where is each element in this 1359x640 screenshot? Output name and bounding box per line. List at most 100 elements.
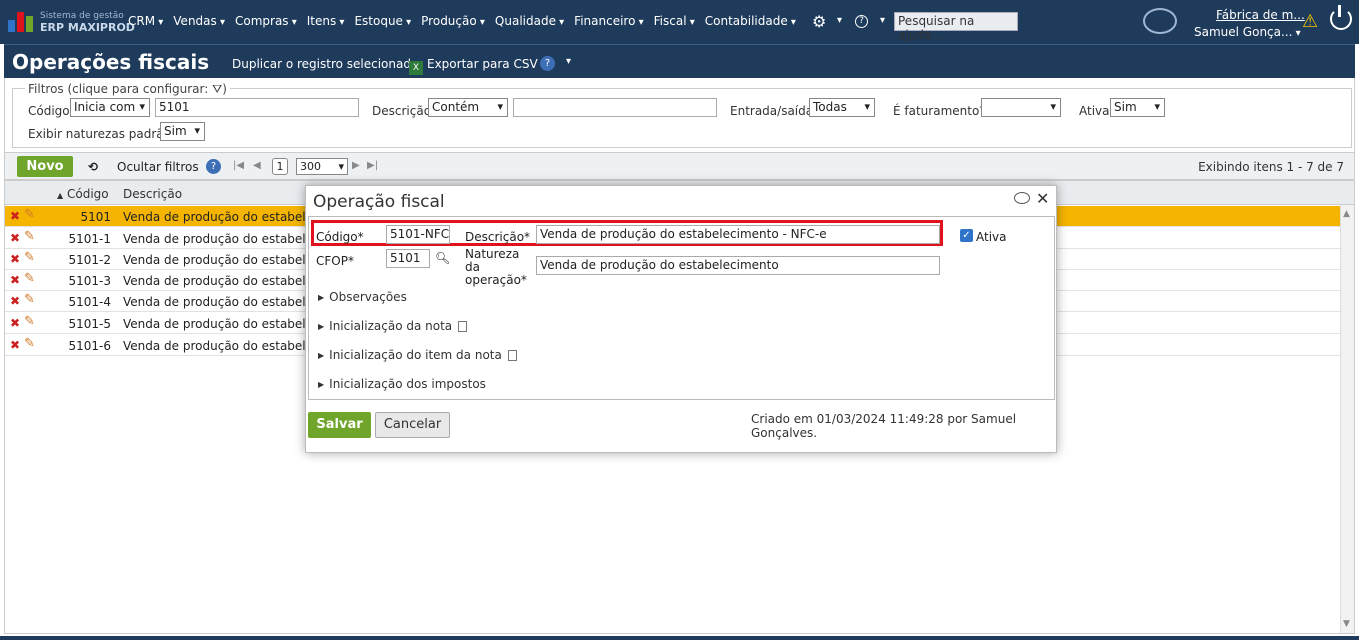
filter-codigo-operator-select[interactable]: Inicia com [70,98,150,117]
save-button[interactable]: Salvar [308,412,371,438]
delete-icon[interactable]: ✖ [10,338,20,352]
filter-icon[interactable]: ⛛ [212,82,222,96]
edit-icon[interactable]: ✎ [24,314,35,329]
chevron-down-icon[interactable]: ▾ [566,56,571,67]
menu-compras[interactable]: Compras [235,14,297,28]
natureza-input[interactable]: Venda de produção do estabelecimento [536,256,940,275]
grid-toolbar: Novo ⟲ Ocultar filtros ? |◀ ◀ 1 300 ▶ ▶|… [4,152,1355,180]
close-icon[interactable]: ✕ [1036,189,1049,208]
help-icon[interactable]: ? [540,56,555,71]
filter-descricao-input[interactable] [513,98,717,117]
menu-estoque[interactable]: Estoque [354,14,411,28]
filter-ativa-select[interactable]: Sim [1110,98,1165,117]
descricao-input[interactable]: Venda de produção do estabelecimento - N… [536,225,940,244]
last-page-icon[interactable]: ▶| [367,160,378,171]
top-navigation-bar: Sistema de gestão ERP MAXIPROD CRM Venda… [0,0,1359,44]
chat-icon[interactable] [1143,8,1177,34]
new-button[interactable]: Novo [17,156,73,177]
edit-icon[interactable]: ✎ [24,271,35,286]
menu-itens[interactable]: Itens [307,14,345,28]
section-inicializacao-nota[interactable]: Inicialização da nota [318,319,468,333]
filter-entrada-saida-label: Entrada/saída [730,104,814,118]
delete-icon[interactable]: ✖ [10,231,20,245]
chevron-down-icon[interactable]: ▾ [880,15,885,26]
brand: Sistema de gestão ERP MAXIPROD [40,10,135,34]
cfop-input[interactable]: 5101 [386,249,430,268]
delete-icon[interactable]: ✖ [10,209,20,223]
filter-faturamento-select[interactable] [981,98,1061,117]
first-page-icon[interactable]: |◀ [233,160,244,171]
filter-ativa-label: Ativa [1079,104,1110,118]
next-page-icon[interactable]: ▶ [352,160,360,171]
hide-filters-button[interactable]: Ocultar filtros [117,160,199,174]
edit-icon[interactable]: ✎ [24,207,35,222]
warning-icon[interactable]: ⚠ [1302,11,1318,32]
edit-icon[interactable]: ✎ [24,229,35,244]
page-header: Operações fiscais Duplicar o registro se… [4,44,1355,78]
search-icon[interactable]: 🔍︎ [435,251,450,265]
filters-fieldset [12,88,1352,148]
comment-icon[interactable] [1014,192,1030,204]
delete-icon[interactable]: ✖ [10,252,20,266]
menu-qualidade[interactable]: Qualidade [495,14,564,28]
prev-page-icon[interactable]: ◀ [253,160,261,171]
filter-entrada-saida-select[interactable]: Todas [809,98,875,117]
chevron-down-icon[interactable]: ▾ [837,15,842,26]
row-descricao: Venda de produção do estabelecimento [123,253,305,267]
delete-icon[interactable]: ✖ [10,294,20,308]
row-descricao: Venda de produção do estabelecimento [123,295,305,309]
cancel-button[interactable]: Cancelar [375,412,450,438]
menu-contabilidade[interactable]: Contabilidade [705,14,796,28]
brand-name: ERP MAXIPROD [40,21,135,34]
page-number-input[interactable]: 1 [272,158,288,175]
delete-icon[interactable]: ✖ [10,273,20,287]
row-codigo: 5101-2 [68,253,111,267]
cfop-label: CFOP* [316,254,354,268]
column-header-codigo[interactable]: ▲ Código [57,187,109,201]
vertical-scrollbar[interactable]: ▲ ▼ [1340,205,1354,633]
menu-producao[interactable]: Produção [421,14,485,28]
export-csv-link[interactable]: X Exportar para CSV [409,57,538,75]
edit-icon[interactable]: ✎ [24,292,35,307]
help-icon[interactable]: ? [855,15,868,28]
row-codigo: 5101-5 [68,317,111,331]
menu-crm[interactable]: CRM [128,14,163,28]
delete-icon[interactable]: ✖ [10,316,20,330]
gear-icon[interactable]: ⚙ [812,12,826,31]
refresh-icon[interactable]: ⟲ [88,160,98,174]
menu-vendas[interactable]: Vendas [173,14,225,28]
page-size-select[interactable]: 300 [296,158,348,175]
scroll-down-icon[interactable]: ▼ [1343,619,1350,629]
help-search-input[interactable]: Pesquisar na ajuda... [894,12,1018,42]
erp-logo-icon [8,12,34,32]
column-header-descricao[interactable]: Descrição [123,187,182,201]
filters-legend[interactable]: Filtros (clique para configurar: ⛛) [25,82,230,97]
filter-naturezas-select[interactable]: Sim [160,122,205,141]
help-icon[interactable]: ? [206,159,221,174]
codigo-input[interactable]: 5101-NFC [386,225,450,244]
dialog-title: Operação fiscal [313,192,445,212]
section-inicializacao-item[interactable]: Inicialização do item da nota [318,348,517,362]
row-codigo: 5101-3 [68,274,111,288]
section-inicializacao-impostos[interactable]: Inicialização dos impostos [318,377,486,391]
dialog-body: Código* 5101-NFC Descrição* Venda de pro… [308,216,1055,400]
filters-legend-end: ) [222,82,227,96]
page-title: Operações fiscais [12,50,210,74]
user-menu[interactable]: Samuel Gonça... [1194,25,1301,39]
section-observacoes[interactable]: Observações [318,290,407,304]
ativa-checkbox[interactable]: ✓ [960,229,973,242]
filters-legend-label: Filtros (clique para configurar: [28,82,209,96]
edit-icon[interactable]: ✎ [24,336,35,351]
menu-financeiro[interactable]: Financeiro [574,14,643,28]
scroll-up-icon[interactable]: ▲ [1343,209,1350,219]
duplicate-record-link[interactable]: Duplicar o registro selecionado [232,57,418,71]
main-menu: CRM Vendas Compras Itens Estoque Produçã… [128,14,796,28]
filter-descricao-operator-select[interactable]: Contém [428,98,508,117]
natureza-label-line-1: Natureza [465,247,520,261]
company-link[interactable]: Fábrica de m... [1216,8,1305,22]
power-icon[interactable] [1330,5,1352,30]
edit-icon[interactable]: ✎ [24,250,35,265]
bottom-border [0,636,1359,640]
menu-fiscal[interactable]: Fiscal [654,14,695,28]
filter-codigo-input[interactable]: 5101 [155,98,359,117]
